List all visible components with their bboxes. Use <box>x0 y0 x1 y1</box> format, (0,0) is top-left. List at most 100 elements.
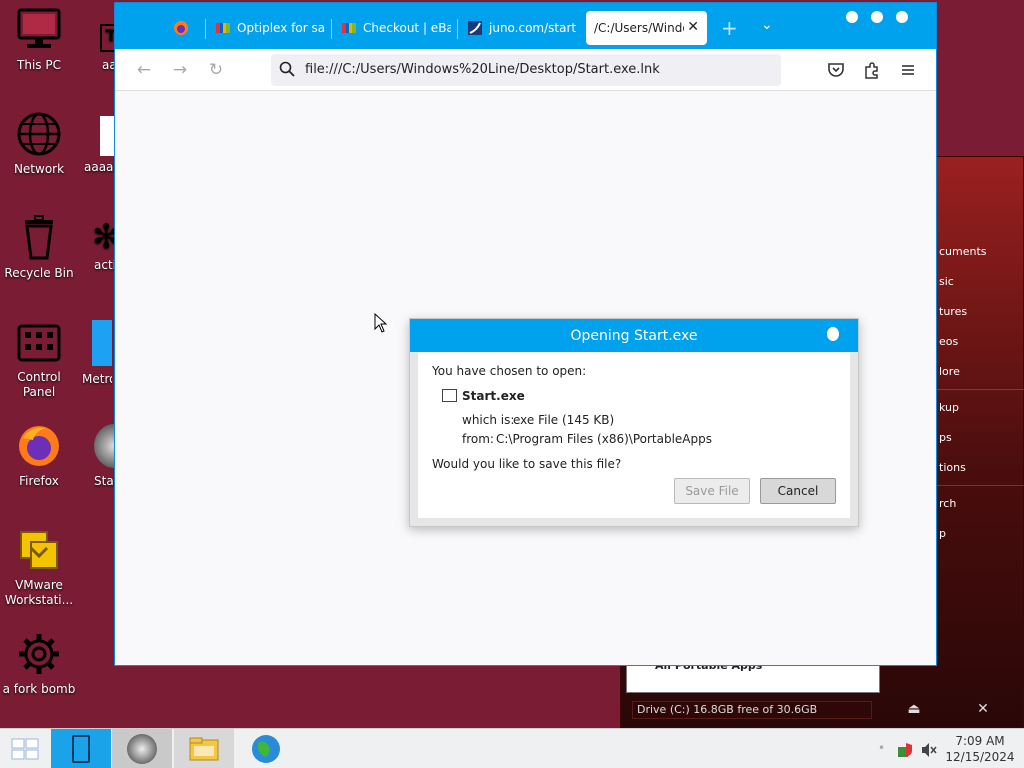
dialog-intro: You have chosen to open: <box>432 364 587 378</box>
computer-icon <box>15 6 63 54</box>
close-icon[interactable]: ✕ <box>955 699 1011 719</box>
desktop-icon-fork-bomb[interactable]: a fork bomb <box>0 630 78 697</box>
clock[interactable]: 7:09 AM 12/15/2024 <box>945 733 1015 765</box>
desktop-icon-firefox[interactable]: Firefox <box>0 422 78 489</box>
file-type-value: exe File (145 KB) <box>513 413 615 427</box>
forward-arrow-icon[interactable]: → <box>169 59 191 81</box>
tab-label: juno.com/start <box>489 21 577 35</box>
start-orb-icon <box>127 734 157 764</box>
desktop-icon-label: Control Panel <box>17 370 61 399</box>
start-button[interactable] <box>0 729 50 768</box>
taskbar-start-orb[interactable] <box>112 729 172 768</box>
address-bar[interactable]: file:///C:/Users/Windows%20Line/Desktop/… <box>271 54 781 86</box>
tab-label: Optiplex for sa <box>237 21 325 35</box>
tab-separator <box>457 19 458 39</box>
vmware-icon <box>15 526 63 574</box>
volume-muted-icon[interactable] <box>920 741 938 762</box>
menu-hamburger-icon[interactable] <box>897 59 919 81</box>
minimize-button[interactable] <box>846 11 858 23</box>
trash-icon <box>15 214 63 262</box>
ebay-favicon-icon <box>215 20 231 36</box>
from-label: from: <box>462 432 494 446</box>
juno-favicon-icon <box>467 20 483 36</box>
portable-menu-item[interactable]: tures <box>939 305 967 318</box>
desktop-icon-label: a fork bomb <box>2 682 76 696</box>
source-path-value: C:\Program Files (x86)\PortableApps <box>496 432 713 446</box>
tab-close-icon[interactable]: ✕ <box>687 19 699 35</box>
security-shield-icon[interactable] <box>896 741 914 762</box>
windows-logo-icon <box>11 738 39 760</box>
portable-menu-item[interactable]: p <box>939 527 946 540</box>
save-file-button[interactable]: Save File <box>674 478 750 504</box>
tab-optiplex[interactable]: Optiplex for sa <box>207 11 325 45</box>
eject-icon[interactable]: ⏏ <box>886 699 942 719</box>
desktop-icon-label: Recycle Bin <box>4 266 74 280</box>
new-tab-button[interactable]: + <box>721 16 738 40</box>
tray-dot: • <box>878 741 886 755</box>
folder-icon <box>189 737 219 761</box>
portable-menu-item[interactable]: eos <box>939 335 958 348</box>
tab-separator <box>205 19 206 39</box>
open-file-dialog: Opening Start.exe You have chosen to ope… <box>409 318 859 527</box>
tab-checkout[interactable]: Checkout | eBa <box>333 11 451 45</box>
dialog-filename: Start.exe <box>462 389 525 403</box>
close-button[interactable] <box>896 11 908 23</box>
globe-icon <box>15 110 63 158</box>
portable-menu-item[interactable]: sic <box>939 275 954 288</box>
portable-menu-item[interactable]: kup <box>939 401 959 414</box>
desktop-icon-this-pc[interactable]: This PC <box>0 6 78 73</box>
back-arrow-icon[interactable]: ← <box>133 59 155 81</box>
tab-local-file[interactable]: /C:/Users/Windo ✕ <box>586 11 707 45</box>
taskbar-browser[interactable] <box>236 729 296 768</box>
firefox-view-icon[interactable] <box>173 20 189 36</box>
which-is-label: which is: <box>462 413 515 427</box>
firefox-icon <box>15 422 63 470</box>
list-tabs-chevron-icon[interactable]: ⌄ <box>761 17 773 33</box>
cancel-button[interactable]: Cancel <box>760 478 836 504</box>
globe-icon <box>252 735 280 763</box>
tab-label: /C:/Users/Windo <box>594 21 684 35</box>
portable-menu-item[interactable]: lore <box>939 365 960 378</box>
dialog-title: Opening Start.exe <box>410 319 858 352</box>
windows-logo-icon <box>92 320 112 366</box>
reload-icon[interactable]: ↻ <box>205 59 227 81</box>
extensions-icon[interactable] <box>861 59 883 81</box>
desktop-icon-label: This PC <box>17 58 61 72</box>
desktop-icon-partial[interactable]: aaaaa <box>84 116 114 176</box>
tab-bar: Optiplex for sa Checkout | eBa juno.com/… <box>115 3 936 49</box>
pocket-icon[interactable] <box>825 59 847 81</box>
search-icon <box>279 61 295 80</box>
taskbar-tablet-app[interactable] <box>51 729 111 768</box>
desktop-icon-network[interactable]: Network <box>0 110 78 177</box>
taskbar-file-explorer[interactable] <box>174 729 234 768</box>
gear-icon <box>15 630 63 678</box>
dialog-close-button[interactable] <box>827 327 839 341</box>
desktop-icon-label: Network <box>13 162 65 176</box>
desktop-icon-label: VMware Workstati... <box>4 578 74 607</box>
desktop-icon-recycle-bin[interactable]: Recycle Bin <box>0 214 78 281</box>
tab-label: Checkout | eBa <box>363 21 451 35</box>
desktop-icon-control-panel[interactable]: Control Panel <box>0 318 78 400</box>
dialog-body: You have chosen to open: Start.exe which… <box>418 352 850 518</box>
dialog-question: Would you like to save this file? <box>432 457 622 471</box>
nav-toolbar: ← → ↻ file:///C:/Users/Windows%20Line/De… <box>115 49 936 91</box>
tab-juno[interactable]: juno.com/start <box>459 11 577 45</box>
portable-menu-item[interactable]: tions <box>939 461 966 474</box>
portable-menu-item[interactable]: cuments <box>939 245 987 258</box>
document-icon <box>100 116 114 156</box>
desktop-icon-partial[interactable]: Metro <box>82 320 112 386</box>
url-text: file:///C:/Users/Windows%20Line/Desktop/… <box>305 62 660 77</box>
portable-menu-item[interactable]: ps <box>939 431 952 444</box>
clock-date: 12/15/2024 <box>945 750 1015 764</box>
tab-separator <box>331 19 332 39</box>
desktop-icon-vmware[interactable]: VMware Workstati... <box>0 526 78 608</box>
mouse-cursor-icon <box>374 312 388 336</box>
clock-time: 7:09 AM <box>955 734 1005 748</box>
control-panel-icon <box>15 318 63 366</box>
drive-status: Drive (C:) 16.8GB free of 30.6GB <box>632 701 872 719</box>
taskbar: • 7:09 AM 12/15/2024 <box>0 728 1024 768</box>
desktop-icon-label: Firefox <box>19 474 59 488</box>
tablet-icon <box>72 735 90 763</box>
portable-menu-item[interactable]: rch <box>939 497 956 510</box>
maximize-button[interactable] <box>871 11 883 23</box>
